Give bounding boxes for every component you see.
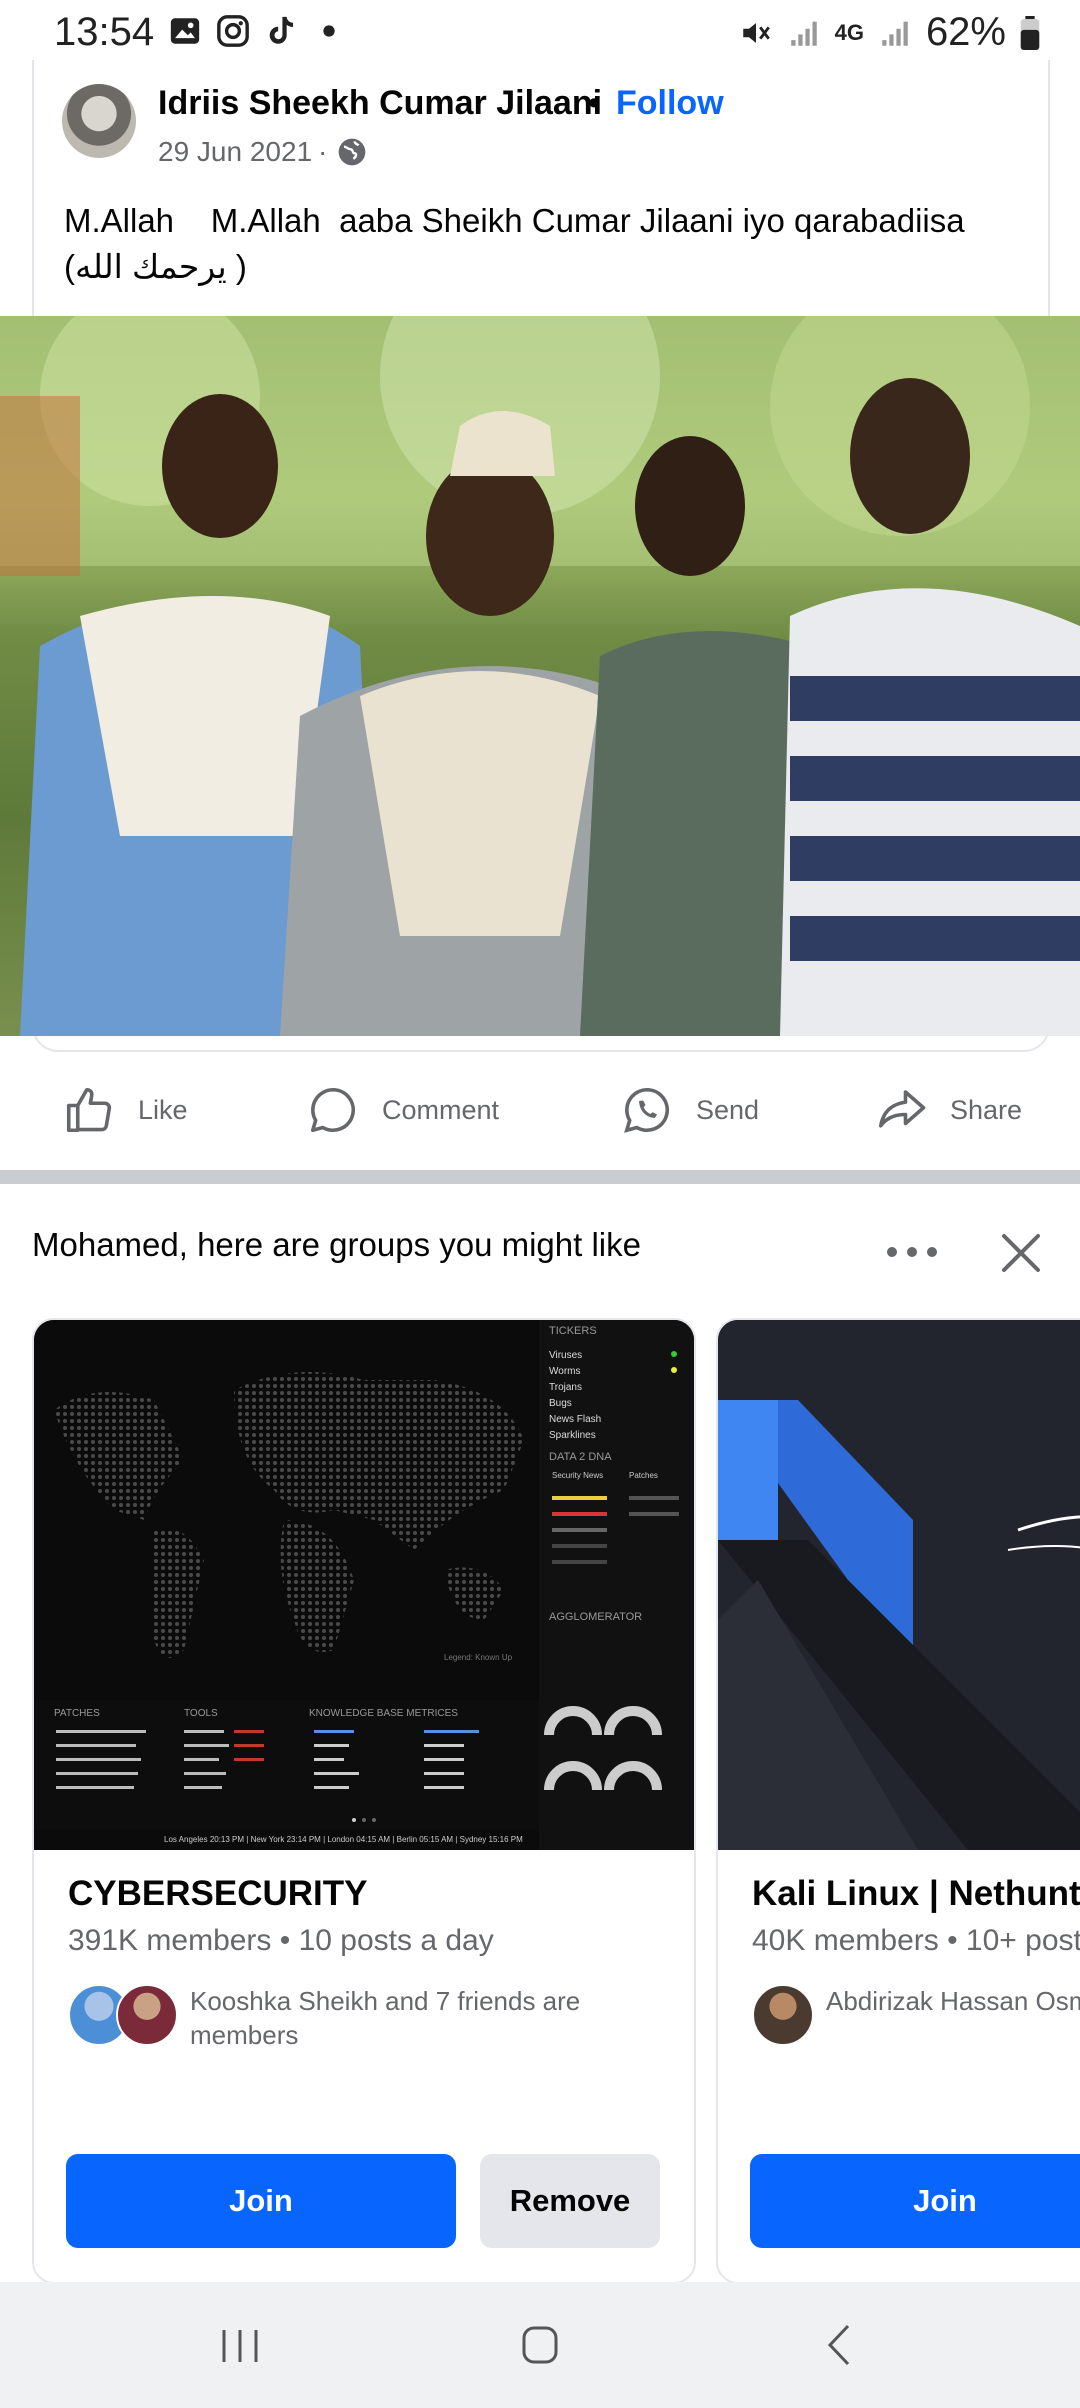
friend-avatar (752, 1984, 814, 2046)
comment-label: Comment (382, 1094, 500, 1125)
cover-ticker-viruses: Viruses (549, 1350, 582, 1361)
friend-members-row: Abdirizak Hassan Osman (752, 1984, 1080, 2046)
battery-icon (1020, 15, 1040, 50)
system-navigation-bar (0, 2282, 1080, 2408)
group-name[interactable]: CYBERSECURITY (68, 1874, 367, 1914)
globe-icon (338, 138, 366, 166)
post-text: M.Allah M.Allah aaba Sheikh Cumar Jilaan… (64, 202, 965, 285)
post-date[interactable]: 29 Jun 2021 (158, 136, 312, 168)
like-label: Like (138, 1094, 188, 1125)
send-label: Send (696, 1094, 760, 1125)
share-button[interactable]: Share (874, 1080, 1022, 1140)
cover-head-dna: DATA 2 DNA (549, 1451, 612, 1463)
group-name[interactable]: Kali Linux | Nethunter (752, 1874, 1080, 1914)
photo-illustration (0, 316, 1080, 1036)
follow-button[interactable]: Follow (616, 84, 724, 123)
group-card-cybersecurity[interactable]: Legend: Known Up TICKERS Viruses Worms T… (32, 1318, 696, 2284)
signal-icon-2 (882, 21, 908, 46)
cover-col-patches: Patches (629, 1471, 658, 1480)
cover-col-news: Security News (552, 1471, 603, 1480)
group-cover-image[interactable] (718, 1320, 1080, 1850)
section-divider (0, 1170, 1080, 1184)
gallery-icon (170, 18, 200, 44)
close-icon[interactable] (996, 1228, 1046, 1278)
cover-head-kb: KNOWLEDGE BASE METRICES (309, 1708, 458, 1719)
send-button[interactable]: Send (620, 1080, 759, 1140)
tiktok-icon (269, 16, 294, 44)
group-meta: 391K members • 10 posts a day (68, 1924, 494, 1957)
cover-footer: Los Angeles 20:13 PM | New York 23:14 PM… (164, 1835, 523, 1844)
cover-head-tickers: TICKERS (549, 1325, 597, 1337)
friends-members-text: Kooshka Sheikh and 7 friends are members (190, 1986, 581, 2050)
like-button[interactable]: Like (62, 1080, 188, 1140)
friend-avatar (116, 1984, 178, 2046)
instagram-icon (217, 15, 249, 47)
group-meta: 40K members • 10+ posts a day (752, 1924, 1080, 1957)
svg-text:Legend: Known Up: Legend: Known Up (444, 1653, 513, 1662)
cover-head-agglomerator: AGGLOMERATOR (549, 1611, 642, 1623)
network-type: 4G (834, 19, 864, 45)
kali-linux-logo-illustration (718, 1320, 1080, 1850)
cover-ticker-trojans: Trojans (549, 1382, 582, 1393)
post-photo[interactable] (0, 316, 1080, 1036)
join-button[interactable]: Join (66, 2154, 456, 2248)
back-icon[interactable] (800, 2312, 880, 2378)
share-label: Share (950, 1094, 1023, 1125)
cover-head-tools: TOOLS (184, 1708, 218, 1719)
home-icon[interactable] (500, 2312, 580, 2378)
cybersecurity-dashboard-illustration: Legend: Known Up TICKERS Viruses Worms T… (34, 1320, 694, 1850)
date-separator: · (318, 136, 328, 167)
mute-icon (742, 22, 770, 43)
post-author-name[interactable]: Idriis Sheekh Cumar Jilaani (158, 84, 602, 123)
battery-percent: 62% (925, 10, 1006, 54)
remove-button[interactable]: Remove (480, 2154, 660, 2248)
friends-members-text: Abdirizak Hassan Osman (826, 1986, 1080, 2016)
suggestions-title: Mohamed, here are groups you might like (32, 1226, 641, 1263)
signal-icon (790, 21, 817, 46)
notification-dot-icon (323, 25, 335, 37)
group-card-kali-linux[interactable]: Kali Linux | Nethunter 40K members • 10+… (716, 1318, 1080, 2284)
recent-apps-icon[interactable] (200, 2312, 280, 2378)
like-icon (66, 1087, 112, 1133)
cover-ticker-sparklines: Sparklines (549, 1430, 596, 1441)
author-separator: • (588, 84, 600, 122)
share-icon (878, 1090, 926, 1128)
cover-ticker-bugs: Bugs (549, 1398, 572, 1409)
cover-ticker-news: News Flash (549, 1414, 601, 1425)
join-button[interactable]: Join (750, 2154, 1080, 2248)
status-bar: 13:54 4G 62% (0, 0, 1080, 66)
cover-ticker-worms: Worms (549, 1366, 580, 1377)
friend-members-row: Kooshka Sheikh and 7 friends are members (68, 1984, 630, 2052)
whatsapp-icon (624, 1087, 669, 1133)
status-time: 13:54 (54, 10, 155, 54)
more-options-icon[interactable] (880, 1232, 944, 1272)
comment-icon (310, 1087, 355, 1133)
cover-head-patches: PATCHES (54, 1708, 100, 1719)
group-cover-image[interactable]: Legend: Known Up TICKERS Viruses Worms T… (34, 1320, 694, 1850)
author-avatar[interactable] (62, 84, 136, 158)
comment-button[interactable]: Comment (306, 1080, 499, 1140)
post-actions: Like Comment Send Share (0, 1066, 1080, 1156)
